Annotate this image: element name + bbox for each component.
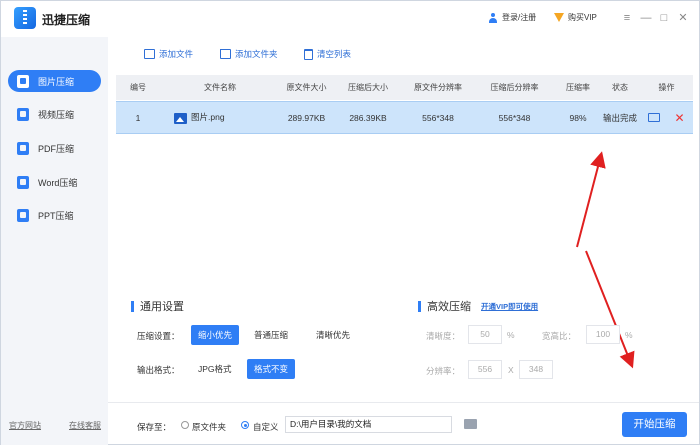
compress-option-clarity[interactable]: 清晰优先: [309, 325, 357, 345]
format-option-unchanged[interactable]: 格式不变: [247, 359, 296, 379]
original-folder-label: 原文件夹: [192, 422, 227, 432]
compress-option-normal[interactable]: 普通压缩: [247, 325, 295, 345]
custom-label: 自定义: [253, 422, 279, 432]
compress-settings-label: 压缩设置：: [137, 331, 180, 341]
efficient-compress-title: 高效压缩 开通VIP即可使用: [418, 298, 538, 314]
resolution-width-input[interactable]: 556: [468, 360, 502, 379]
aspect-ratio-input[interactable]: 100: [586, 325, 620, 344]
resolution-height-input[interactable]: 348: [519, 360, 553, 379]
start-compress-button[interactable]: 开始压缩: [622, 412, 687, 437]
save-path-input[interactable]: D:\用户目录\我的文档: [285, 416, 452, 433]
output-format-label: 输出格式：: [137, 365, 180, 375]
save-to-label: 保存至：: [137, 422, 172, 432]
format-option-jpg[interactable]: JPG格式: [191, 359, 239, 379]
divider: [108, 402, 699, 403]
resolution-label: 分辨率：: [426, 366, 461, 376]
section-marker: [418, 300, 421, 312]
clarity-unit: %: [507, 330, 515, 340]
browse-folder-icon[interactable]: [464, 419, 477, 429]
general-settings-title: 通用设置: [131, 298, 184, 314]
aspect-ratio-label: 宽高比：: [542, 331, 577, 341]
general-settings-label: 通用设置: [140, 301, 184, 313]
arrow-down-to-start: [585, 250, 635, 369]
clarity-input[interactable]: 50: [468, 325, 502, 344]
radio-custom[interactable]: [241, 421, 249, 429]
section-marker: [131, 300, 134, 312]
efficient-compress-label: 高效压缩: [427, 301, 471, 313]
annotation-arrows: [576, 151, 635, 369]
radio-original-folder[interactable]: [181, 421, 189, 429]
compress-option-smaller[interactable]: 缩小优先: [191, 325, 240, 345]
resolution-separator: X: [508, 365, 514, 375]
open-vip-link[interactable]: 开通VIP即可使用: [481, 301, 538, 312]
clarity-label: 清晰度：: [426, 331, 461, 341]
app-window: 迅捷压缩 登录/注册 购买VIP ≡ — □ ✕ 图片压缩 视频压缩 PDF压缩: [0, 0, 700, 445]
arrow-up-to-status: [576, 151, 606, 248]
aspect-unit: %: [625, 330, 633, 340]
